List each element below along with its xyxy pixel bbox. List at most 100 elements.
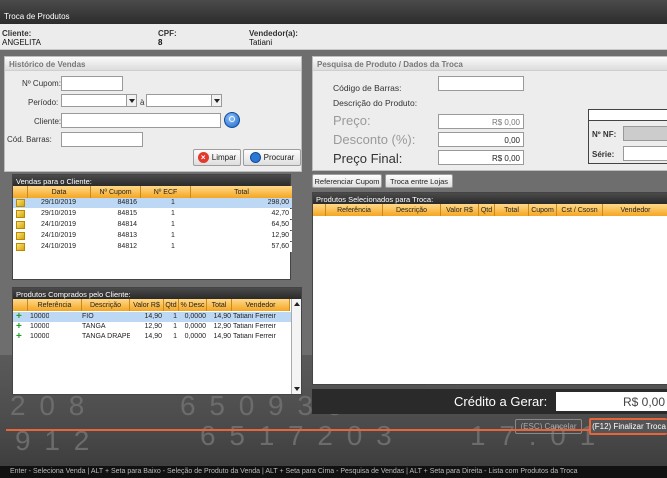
vendas-col-cupom[interactable]: Nº Cupom (91, 186, 141, 198)
periodo-start-select[interactable] (61, 94, 137, 107)
table-row[interactable]: 29/10/2019 84815 1 42,70 (13, 209, 292, 219)
chevron-down-icon[interactable] (126, 95, 136, 106)
preco-label: Preço: (333, 113, 371, 128)
comprados-total: 14,90 (213, 313, 231, 320)
troca-col-desc[interactable]: Descrição (383, 204, 441, 216)
vendas-ecf: 1 (171, 210, 175, 217)
edit-icon[interactable] (16, 232, 25, 240)
nf-input[interactable] (623, 126, 667, 141)
cliente-search-label: Cliente: (34, 117, 62, 126)
comprados-desc: FIO (82, 313, 94, 320)
comprados-col-blank (13, 299, 28, 311)
comprados-col-desc[interactable]: Descrição (82, 299, 130, 311)
codigo-barras-input[interactable] (438, 76, 524, 91)
add-icon[interactable]: + (16, 322, 22, 332)
vendas-ecf: 1 (171, 199, 175, 206)
serie-input[interactable] (623, 146, 667, 161)
vendas-data: 29/10/2019 (41, 199, 77, 206)
comprados-valor: 14,90 (144, 333, 162, 340)
vendas-total: 64,50 (271, 221, 289, 228)
comprados-valor: 12,90 (144, 323, 162, 330)
comprados-col-vendedor[interactable]: Vendedor (232, 299, 290, 311)
procurar-button[interactable]: Procurar (243, 149, 301, 166)
periodo-end-select[interactable] (146, 94, 222, 107)
cupom-input[interactable] (61, 76, 123, 91)
comprados-title: Produtos Comprados pelo Cliente: (13, 288, 301, 299)
troca-col-total[interactable]: Total (495, 204, 529, 216)
comprados-col-total[interactable]: Total (207, 299, 232, 311)
troca-col-cupom[interactable]: Cupom (529, 204, 557, 216)
vendas-data: 24/10/2019 (41, 232, 77, 239)
historico-panel: Histórico de Vendas Nº Cupom: Período: à… (4, 56, 302, 172)
troca-col-ref[interactable]: Referência (326, 204, 383, 216)
add-icon[interactable]: + (16, 312, 22, 322)
vendas-col-blank (13, 186, 28, 198)
add-icon[interactable]: + (16, 332, 22, 342)
comprados-desc: TANGA DRAPE (82, 333, 130, 340)
table-row[interactable]: 29/10/2019 84816 1 298,00 (13, 198, 292, 208)
pesquisa-panel: Pesquisa de Produto / Dados da Troca Cód… (312, 56, 667, 171)
cod-barras-input[interactable] (61, 132, 143, 147)
vendas-total: 42,70 (271, 210, 289, 217)
troca-col-vendedor[interactable]: Vendedor (603, 204, 667, 216)
cod-barras-label: Cód. Barras: (7, 135, 52, 144)
comprados-desc: TANGA (82, 323, 106, 330)
troca-panel: Produtos Selecionados para Troca: Referê… (312, 192, 667, 385)
edit-icon[interactable] (16, 243, 25, 251)
preco-final-input[interactable]: R$ 0,00 (438, 150, 524, 165)
edit-icon[interactable] (16, 221, 25, 229)
finalizar-troca-button[interactable]: (F12) Finalizar Troca (589, 418, 667, 435)
table-row[interactable]: 24/10/2019 84812 1 57,60 (13, 242, 292, 252)
table-row[interactable]: 24/10/2019 84814 1 64,50 (13, 220, 292, 230)
chevron-down-icon[interactable] (211, 95, 221, 106)
serie-label: Série: (592, 150, 615, 159)
credito-value: R$ 0,00 (556, 392, 667, 411)
referenciar-cupom-button[interactable]: Referenciar Cupom (312, 174, 382, 188)
troca-title: Produtos Selecionados para Troca: (313, 193, 667, 204)
troca-col-cst[interactable]: Cst / Csosn (557, 204, 603, 216)
preco-input[interactable]: R$ 0,00 (438, 114, 524, 129)
comprados-col-valor[interactable]: Valor R$ (130, 299, 164, 311)
scroll-down-icon[interactable] (294, 387, 300, 391)
cancelar-button[interactable]: (ESC) Cancelar (515, 419, 582, 434)
troca-col-qtd[interactable]: Qtd (479, 204, 495, 216)
comprados-col-ref[interactable]: Referência (28, 299, 82, 311)
cliente-label: Cliente: (2, 29, 32, 38)
scroll-up-icon[interactable] (294, 302, 300, 306)
vendas-col-ecf[interactable]: Nº ECF (141, 186, 191, 198)
comprados-vendedor: Tatiani Ferreir (233, 313, 276, 320)
cliente-search-input[interactable] (61, 113, 221, 128)
vendas-total: 298,00 (267, 199, 289, 206)
table-row[interactable]: +10000 TANGA 12,90 1 0,0000 12,90 Tatiani Ferr… (13, 322, 291, 332)
cpf-label: CPF: (158, 29, 177, 38)
comprados-col-qtd[interactable]: Qtd (164, 299, 179, 311)
vendas-total: 12,90 (271, 232, 289, 239)
cliente-value: ANGELITA (2, 38, 41, 47)
vendas-data: 24/10/2019 (41, 243, 77, 250)
scrollbar[interactable] (291, 299, 301, 394)
nf-label: Nº NF: (592, 130, 617, 139)
codigo-barras-label: Código de Barras: (333, 83, 402, 93)
edit-icon[interactable] (16, 210, 25, 218)
table-row[interactable]: 24/10/2019 84813 1 12,90 (13, 231, 292, 241)
limpar-button[interactable]: × Limpar (193, 149, 241, 166)
comprados-vendedor: Tatiani Ferreir (233, 333, 276, 340)
table-row[interactable]: +10000 FIO 14,90 1 0,0000 14,90 Tatiani Ferrei… (13, 312, 291, 322)
comprados-qtd: 1 (173, 323, 177, 330)
vendas-cupom: 84816 (117, 199, 137, 206)
comprados-ref: 10000 (30, 323, 50, 330)
credito-label: Crédito a Gerar: (454, 394, 548, 409)
edit-icon[interactable] (16, 199, 25, 207)
comprados-total: 14,90 (213, 333, 231, 340)
vendedor-label: Vendedor(a): (249, 29, 298, 38)
table-row[interactable]: +10000 TANGA DRAPE 14,90 1 0,0000 14,90 Tatian… (13, 332, 291, 342)
periodo-a-label: à (140, 98, 145, 107)
troca-col-valor[interactable]: Valor R$ (441, 204, 479, 216)
troca-entre-lojas-button[interactable]: Troca entre Lojas (385, 174, 453, 188)
desconto-input[interactable]: 0,00 (438, 132, 524, 147)
comprados-ref: 10000 (30, 313, 50, 320)
comprados-col-pdesc[interactable]: % Desc (179, 299, 207, 311)
vendas-col-total[interactable]: Total (191, 186, 292, 198)
vendas-col-data[interactable]: Data (28, 186, 91, 198)
search-icon[interactable] (224, 112, 240, 128)
